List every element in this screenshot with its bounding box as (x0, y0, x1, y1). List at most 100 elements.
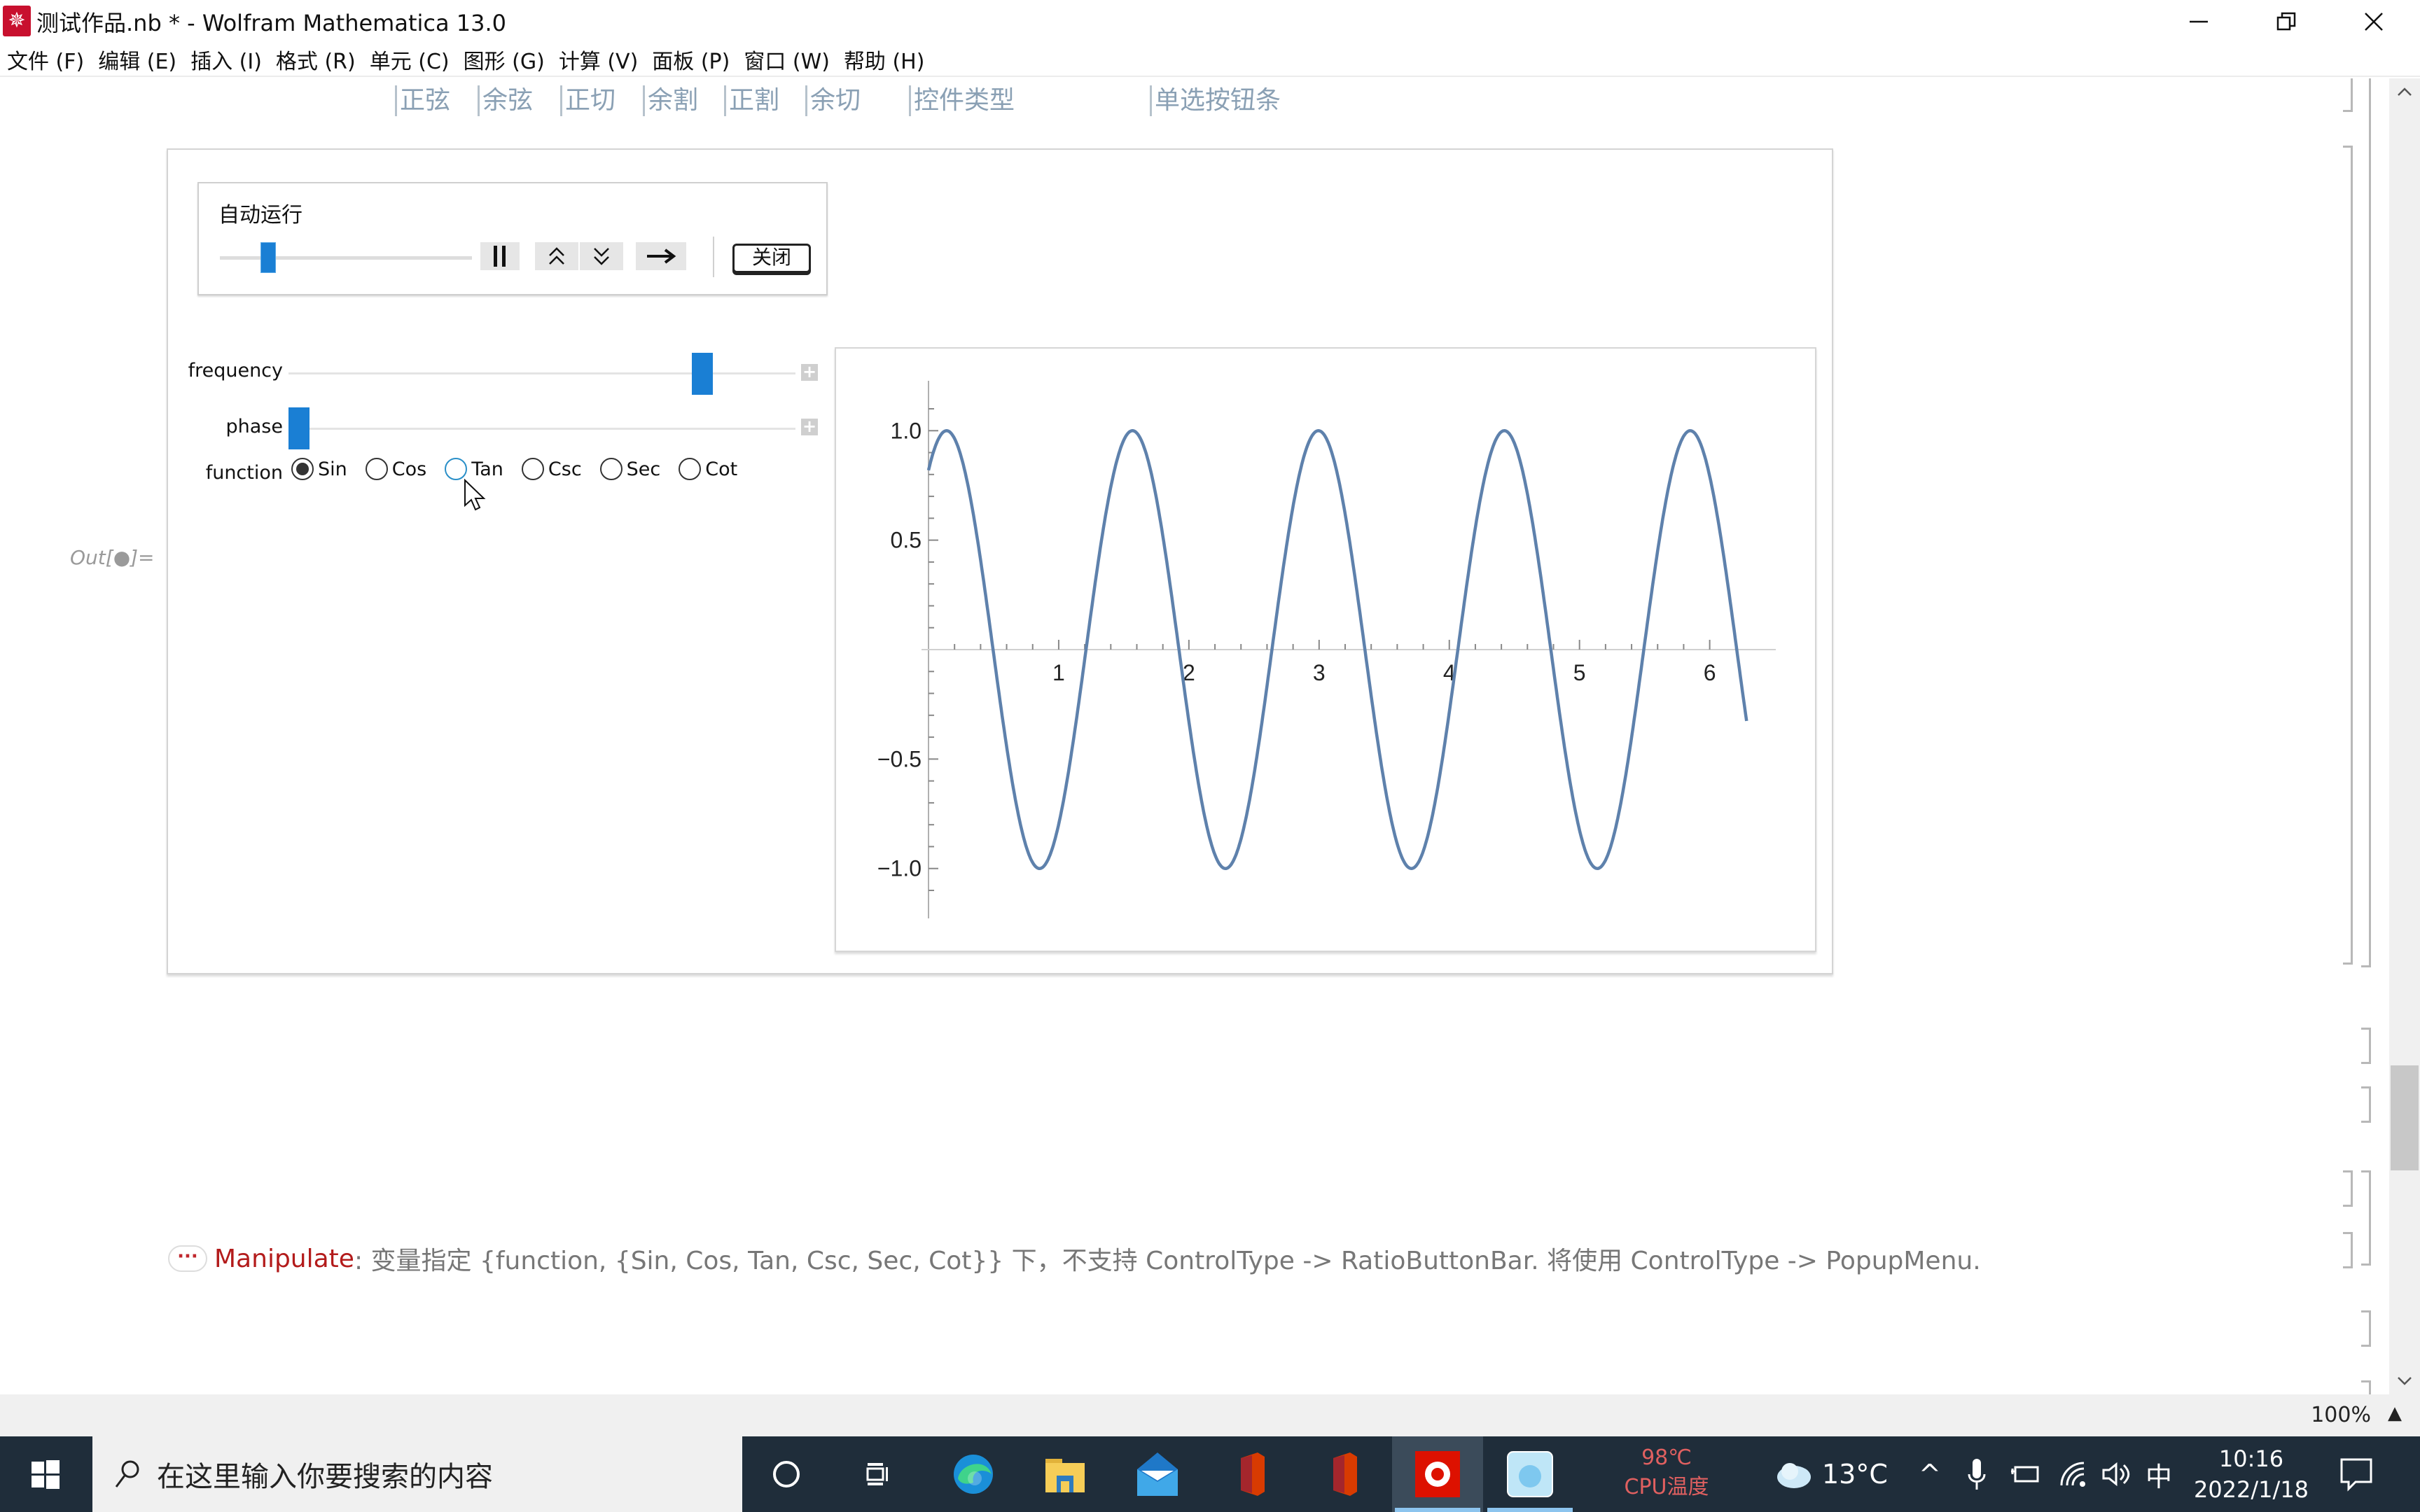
notification-icon (2340, 1458, 2372, 1492)
close-window-button[interactable] (2332, 0, 2416, 43)
ellipsis-icon[interactable]: ··· (168, 1245, 207, 1272)
taskbar-office-2[interactable] (1298, 1436, 1389, 1512)
radio-button[interactable] (679, 458, 702, 480)
message-head[interactable]: Manipulate (214, 1245, 354, 1273)
tray-overflow[interactable]: ^ (1919, 1436, 1941, 1512)
menu-graphics[interactable]: 图形 (G) (464, 44, 545, 75)
menu-evaluation[interactable]: 计算 (V) (559, 44, 638, 75)
mouse-cursor-icon (464, 479, 486, 511)
office-icon (1241, 1452, 1265, 1496)
zoom-level[interactable]: 100% (2311, 1403, 2371, 1427)
direction-button[interactable] (636, 242, 686, 270)
radio-cot[interactable]: Cot (679, 458, 737, 480)
group-bracket[interactable] (2361, 78, 2371, 967)
output-cell-bracket[interactable] (2343, 146, 2353, 965)
radio-label: Cot (705, 458, 738, 480)
minimize-button[interactable] (2157, 0, 2241, 43)
scroll-up-icon[interactable] (2396, 85, 2413, 98)
slower-button[interactable] (580, 242, 623, 270)
radio-selected-dot (296, 463, 309, 475)
action-center-button[interactable] (2339, 1436, 2374, 1512)
taskbar-office[interactable] (1206, 1436, 1297, 1512)
wifi-icon (2060, 1462, 2085, 1487)
taskbar-cortana[interactable] (741, 1436, 832, 1512)
phase-slider[interactable] (288, 428, 795, 430)
section-label-sine: 正弦 (395, 85, 450, 116)
plot-frame[interactable]: 1 2 3 4 5 6 −1.0 −0.5 0.5 1.0 (835, 347, 1816, 952)
menu-palettes[interactable]: 面板 (P) (652, 44, 730, 75)
radio-csc[interactable]: Csc (521, 458, 582, 480)
cell-bracket[interactable] (2343, 78, 2353, 112)
radio-button[interactable] (599, 458, 623, 480)
phase-slider-thumb[interactable] (288, 407, 310, 449)
taskbar-task-view[interactable] (832, 1436, 923, 1512)
separator (713, 237, 714, 277)
radio-button[interactable] (291, 458, 314, 480)
tray-battery[interactable] (2010, 1436, 2040, 1512)
menu-edit[interactable]: 编辑 (E) (98, 44, 176, 75)
office-icon-2 (1333, 1452, 1357, 1496)
microphone-icon (1968, 1459, 1986, 1490)
frequency-slider[interactable] (288, 372, 795, 374)
radio-tan[interactable]: Tan (445, 458, 503, 480)
autorun-title: 自动运行 (218, 203, 302, 227)
faster-button[interactable] (535, 242, 578, 270)
group-bracket[interactable] (2361, 1170, 2371, 1266)
cell-bracket[interactable] (2361, 1086, 2371, 1123)
menu-file[interactable]: 文件 (F) (7, 44, 84, 75)
menu-cell[interactable]: 单元 (C) (370, 44, 450, 75)
message-cell-bracket[interactable] (2343, 1232, 2353, 1268)
radio-button[interactable] (521, 458, 544, 480)
tray-network[interactable] (2059, 1436, 2087, 1512)
cell-bracket[interactable] (2361, 1028, 2371, 1064)
radio-sec[interactable]: Sec (599, 458, 660, 480)
cell-bracket[interactable] (2361, 1310, 2371, 1347)
taskbar-mathematica[interactable] (1392, 1436, 1483, 1512)
menu-insert[interactable]: 插入 (I) (190, 44, 262, 75)
y-tick-label: 0.5 (891, 528, 922, 553)
taskbar-search[interactable]: 在这里输入你要搜索的内容 (92, 1436, 742, 1512)
volume-icon (2102, 1462, 2130, 1487)
phase-expand-button[interactable]: + (801, 418, 818, 435)
close-autorun-button[interactable]: 关闭 (732, 244, 811, 273)
cell-bracket[interactable] (2343, 1170, 2353, 1207)
radio-cos[interactable]: Cos (365, 458, 426, 480)
scroll-down-icon[interactable] (2396, 1375, 2413, 1387)
tray-ime[interactable]: 中 (2146, 1436, 2172, 1512)
radio-button[interactable] (365, 458, 388, 480)
cpu-temperature[interactable]: 98℃ CPU温度 (1618, 1443, 1716, 1502)
pause-button[interactable] (480, 242, 520, 270)
animation-slider-thumb[interactable] (260, 242, 276, 273)
radio-button[interactable] (445, 458, 468, 480)
menu-window[interactable]: 窗口 (W) (744, 44, 830, 75)
radio-sin[interactable]: Sin (291, 458, 347, 480)
frequency-expand-button[interactable]: + (801, 363, 818, 381)
taskbar-clock[interactable]: 10:16 2022/1/18 (2192, 1443, 2311, 1505)
tray-microphone[interactable] (1966, 1436, 1987, 1512)
taskbar-anime-app[interactable] (1484, 1436, 1576, 1512)
radio-label: Csc (548, 458, 582, 480)
restore-button[interactable] (2244, 0, 2328, 43)
frequency-slider-thumb[interactable] (692, 353, 714, 395)
active-indicator (1395, 1508, 1480, 1512)
taskbar-mail[interactable] (1112, 1436, 1203, 1512)
menu-help[interactable]: 帮助 (H) (844, 44, 925, 75)
animation-slider-track[interactable] (220, 256, 472, 260)
tray-volume[interactable] (2101, 1436, 2132, 1512)
weather-widget[interactable]: 13°C (1772, 1436, 1888, 1512)
vertical-scrollbar[interactable] (2389, 78, 2420, 1394)
cell-bracket[interactable] (2361, 1380, 2371, 1394)
zoom-menu-icon[interactable]: ▲ (2388, 1403, 2402, 1424)
menu-format[interactable]: 格式 (R) (276, 44, 356, 75)
minimize-icon (2190, 20, 2208, 23)
x-tick-label: 5 (1573, 660, 1586, 685)
taskbar-file-explorer[interactable] (1020, 1436, 1111, 1512)
notebook-area[interactable]: 正弦 余弦 正切 余割 正割 余切 控件类型 单选按钮条 Out[●]= 自动运… (0, 78, 2389, 1394)
taskbar-edge[interactable] (928, 1436, 1019, 1512)
title-bar: ✵ 测试作品.nb * - Wolfram Mathematica 13.0 (0, 0, 2420, 43)
scrollbar-thumb[interactable] (2391, 1065, 2419, 1170)
cortana-icon (773, 1461, 800, 1488)
start-button[interactable] (0, 1436, 91, 1512)
search-placeholder: 在这里输入你要搜索的内容 (157, 1461, 493, 1493)
mathematica-icon (1415, 1451, 1460, 1497)
